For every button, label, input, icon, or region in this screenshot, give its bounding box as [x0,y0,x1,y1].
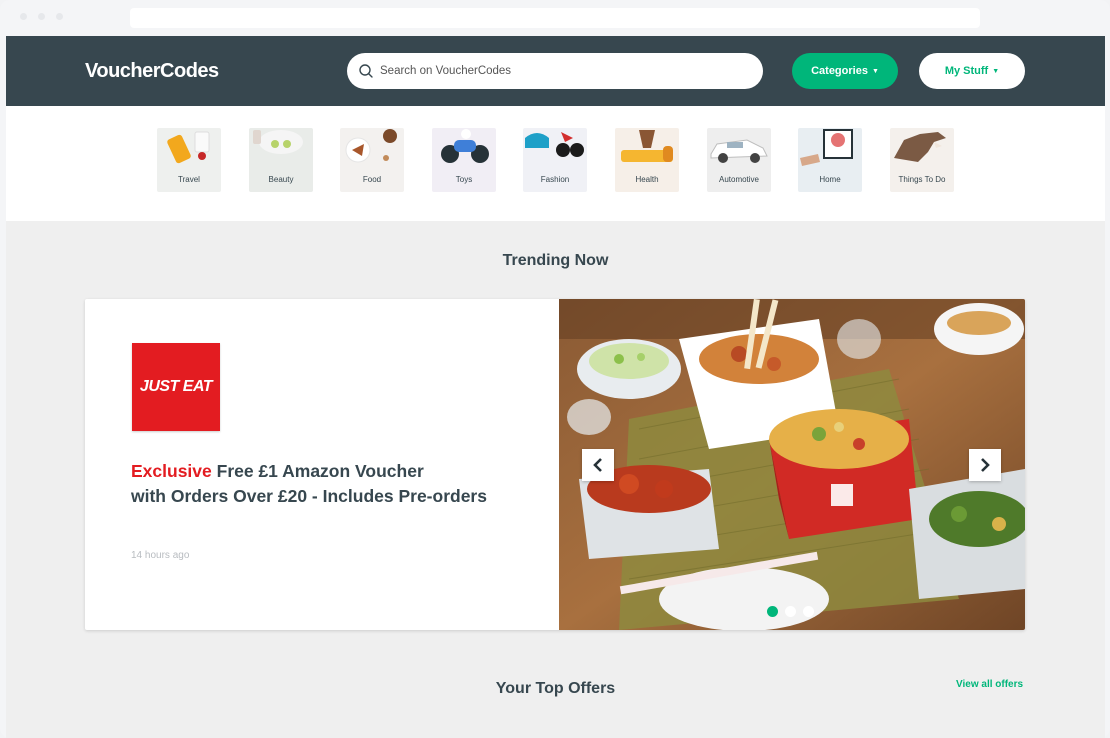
category-label: Food [362,175,382,184]
top-offers-title: Your Top Offers [495,680,616,697]
site-logo[interactable]: VoucherCodes [85,60,219,83]
carousel-prev-button[interactable] [582,449,614,481]
category-beauty[interactable]: Beauty [249,128,313,192]
trending-title: Trending Now [502,252,609,269]
offer-line-2: with Orders Over £20 - Includes Pre-orde… [131,486,487,506]
category-automotive[interactable]: Automotive [707,128,771,192]
category-things-to-do[interactable]: Things To Do [890,128,954,192]
address-bar[interactable] [130,8,980,28]
category-fashion[interactable]: Fashion [523,128,587,192]
website: VoucherCodes Search on VoucherCodes Cate… [6,36,1105,738]
toys-icon [441,129,489,163]
category-label: Toys [455,175,473,184]
categories-button-label: Categories [811,65,868,77]
site-header: VoucherCodes Search on VoucherCodes Cate… [6,36,1105,106]
category-home[interactable]: Home [798,128,862,192]
food-icon [345,129,397,163]
travel-icon [167,131,210,164]
categories-button[interactable]: Categories ▼ [792,53,898,89]
chevron-down-icon: ▼ [871,67,879,75]
carousel-dot-3[interactable] [803,606,814,617]
close-dot-icon[interactable] [20,13,27,20]
category-label: Beauty [268,175,294,184]
view-all-offers-link[interactable]: View all offers [956,679,1023,690]
category-strip: Travel Beauty Food Toys Fashion Health A… [6,106,1105,221]
search-icon [359,64,373,78]
search-placeholder: Search on VoucherCodes [380,65,512,77]
minimize-dot-icon[interactable] [38,13,45,20]
category-label: Travel [178,175,200,184]
carousel-indicators [767,606,814,617]
carousel-dot-2[interactable] [785,606,796,617]
maximize-dot-icon[interactable] [56,13,63,20]
my-stuff-button[interactable]: My Stuff ▼ [919,53,1025,89]
carousel-next-button[interactable] [969,449,1001,481]
my-stuff-button-label: My Stuff [944,65,989,77]
offer-title[interactable]: Exclusive Free £1 Amazon Voucher with Or… [131,459,531,509]
category-travel[interactable]: Travel [157,128,221,192]
category-label: Automotive [718,175,760,184]
category-label: Home [819,175,841,184]
window-controls [20,13,63,20]
category-toys[interactable]: Toys [432,128,496,192]
fashion-icon [525,132,584,157]
category-label: Health [635,175,659,184]
search-input[interactable]: Search on VoucherCodes [347,53,763,89]
chevron-left-icon [593,458,602,472]
health-icon [621,130,673,162]
home-icon [800,129,853,166]
offer-line-1: Free £1 Amazon Voucher [216,461,424,481]
category-food[interactable]: Food [340,128,404,192]
food-photo [559,299,1025,630]
trending-offer-card[interactable]: JUST EAT Exclusive Free £1 Amazon Vouche… [85,299,1025,630]
merchant-logo[interactable]: JUST EAT [132,343,220,431]
exclusive-label: Exclusive [131,461,212,481]
automotive-icon [710,139,768,163]
offer-timestamp: 14 hours ago [131,550,190,561]
category-health[interactable]: Health [615,128,679,192]
browser-window: VoucherCodes Search on VoucherCodes Cate… [0,0,1110,738]
chevron-down-icon: ▼ [992,67,1000,75]
category-label: Things To Do [898,175,946,184]
category-label: Fashion [540,175,570,184]
carousel-dot-1[interactable] [767,606,778,617]
beauty-icon [253,130,303,154]
carousel-image [559,299,1025,630]
things-to-do-icon [894,132,946,162]
chevron-right-icon [981,458,990,472]
